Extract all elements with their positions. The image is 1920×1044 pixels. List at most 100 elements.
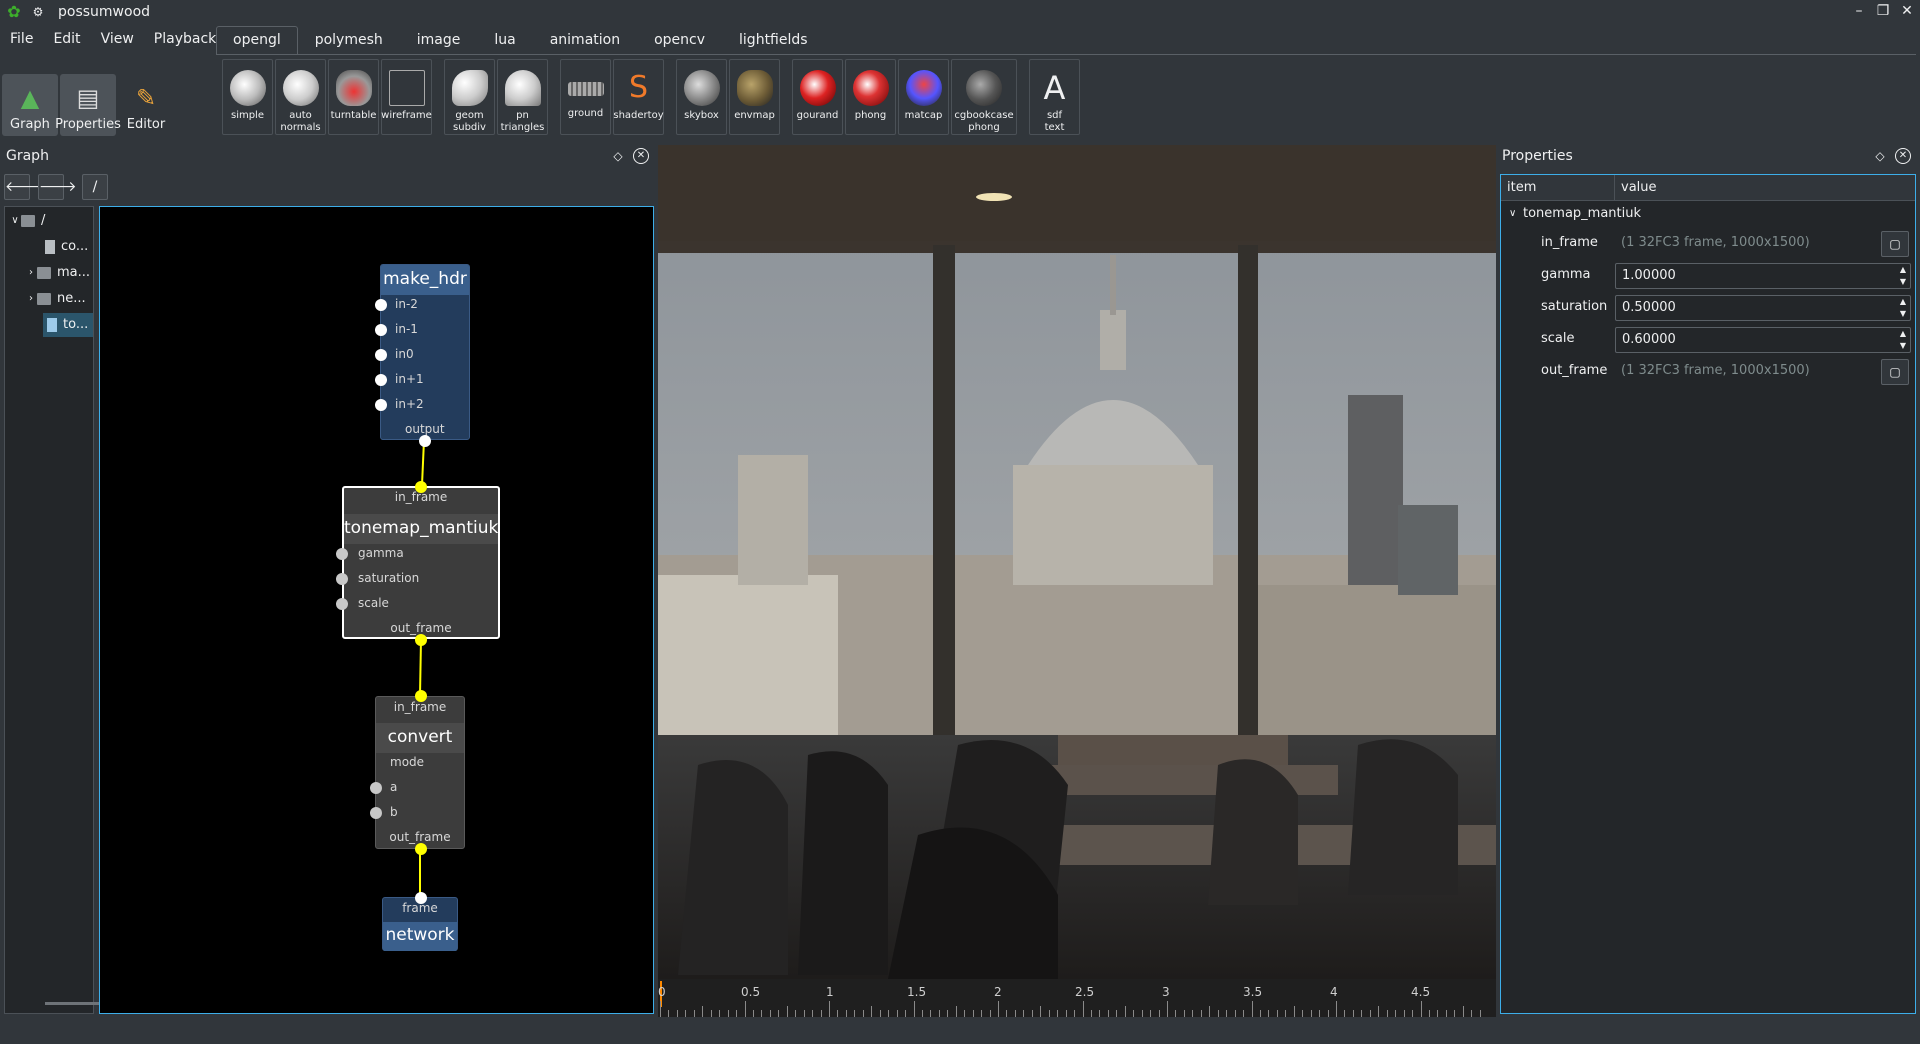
timeline-tick (1167, 1001, 1168, 1017)
property-row-scale[interactable]: scale 0.60000 ▲ ▼ (1501, 323, 1915, 355)
timeline-tick (1327, 1010, 1329, 1017)
chevron-down-icon[interactable]: ∨ (9, 209, 21, 233)
tab-image[interactable]: image (400, 26, 478, 54)
graph-canvas[interactable]: make_hdr in-2 in-1 in0 in+1 in+2 output … (99, 206, 654, 1014)
properties-mode-button[interactable]: ▤ Properties (55, 74, 121, 136)
node-row[interactable]: ∨ tonemap_mantiuk (1501, 201, 1915, 227)
gamma-spinbox[interactable]: 1.00000 ▲ ▼ (1615, 263, 1911, 289)
render-viewport[interactable] (658, 145, 1496, 979)
chevron-right-icon[interactable]: › (25, 287, 37, 311)
node-network[interactable]: frame network (382, 892, 458, 951)
envmap-button[interactable]: envmap (729, 59, 780, 135)
close-panel-icon[interactable]: ✕ (633, 148, 649, 164)
possum-app-icon: ✿ (7, 2, 21, 21)
port-dot[interactable] (370, 807, 382, 819)
menu-playback[interactable]: Playback (144, 28, 226, 50)
column-item[interactable]: item (1507, 175, 1536, 201)
spin-arrows-icon[interactable]: ▲ ▼ (1900, 296, 1906, 320)
port-dot[interactable] (336, 548, 348, 560)
phong-button[interactable]: phong (845, 59, 896, 135)
cgbookcase-phong-button[interactable]: cgbookcase phong (951, 59, 1017, 135)
editor-mode-button[interactable]: ✎ Editor (118, 74, 174, 136)
timeline-tick (896, 1010, 898, 1017)
port-dot[interactable] (375, 374, 387, 386)
inspect-frame-button[interactable]: ▢ (1881, 231, 1909, 257)
skybox-button[interactable]: skybox (676, 59, 727, 135)
column-value[interactable]: value (1621, 175, 1657, 201)
node-convert[interactable]: in_frame convert mode a b out_frame (370, 690, 465, 855)
float-panel-icon[interactable]: ◇ (1872, 148, 1888, 164)
auto-normals-button[interactable]: auto normals (275, 59, 326, 135)
timeline-tick (1209, 1006, 1211, 1017)
menu-file[interactable]: File (0, 28, 43, 50)
float-panel-icon[interactable]: ◇ (610, 148, 626, 164)
timeline-tick (1437, 1010, 1439, 1017)
timeline-tick (1259, 1010, 1261, 1017)
ground-button[interactable]: ground (560, 59, 611, 135)
folder-icon (21, 215, 35, 227)
path-button[interactable]: / (82, 174, 108, 200)
port-dot[interactable] (370, 782, 382, 794)
pn-triangles-button[interactable]: pn triangles (497, 59, 548, 135)
timeline-tick (1006, 1010, 1008, 1017)
node-tonemap-mantiuk[interactable]: in_frame tonemap_mantiuk gamma saturatio… (336, 481, 500, 646)
close-panel-icon[interactable]: ✕ (1895, 148, 1911, 164)
property-row-gamma[interactable]: gamma 1.00000 ▲ ▼ (1501, 259, 1915, 291)
saturation-spinbox[interactable]: 0.50000 ▲ ▼ (1615, 295, 1911, 321)
port-dot[interactable] (336, 573, 348, 585)
port-dot[interactable] (375, 324, 387, 336)
tree-item-ma[interactable]: › ma... (25, 261, 90, 285)
timeline-tick (1234, 1010, 1236, 1017)
menu-edit[interactable]: Edit (43, 28, 90, 50)
port-dot[interactable] (375, 399, 387, 411)
port-dot[interactable] (419, 435, 431, 447)
back-button[interactable]: 🡐 (4, 174, 43, 200)
tree-item-root[interactable]: ∨ / (9, 209, 45, 233)
property-row-out-frame[interactable]: out_frame (1 32FC3 frame, 1000x1500) ▢ (1501, 355, 1915, 387)
graph-mode-button[interactable]: ▲ Graph (2, 74, 58, 136)
close-window-icon[interactable]: ✕ (1898, 2, 1916, 20)
forward-button[interactable]: 🡒 (38, 174, 77, 200)
tab-lua[interactable]: lua (477, 26, 532, 54)
tab-opencv[interactable]: opencv (637, 26, 722, 54)
chevron-down-icon[interactable]: ∨ (1509, 201, 1516, 227)
simple-button[interactable]: simple (222, 59, 273, 135)
turntable-button[interactable]: turntable (328, 59, 379, 135)
tab-opengl[interactable]: opengl (216, 26, 298, 54)
matcap-button[interactable]: matcap (898, 59, 949, 135)
port-dot[interactable] (375, 349, 387, 361)
timeline-tick (1403, 1010, 1405, 1017)
node-make-hdr[interactable]: make_hdr in-2 in-1 in0 in+1 in+2 output (375, 264, 470, 447)
property-row-in-frame[interactable]: in_frame (1 32FC3 frame, 1000x1500) ▢ (1501, 227, 1915, 259)
property-row-saturation[interactable]: saturation 0.50000 ▲ ▼ (1501, 291, 1915, 323)
tree-item-ne[interactable]: › ne... (25, 287, 86, 311)
tree-item-to[interactable]: to... (43, 313, 93, 337)
menu-view[interactable]: View (91, 28, 144, 50)
shadertoy-button[interactable]: Sshadertoy (613, 59, 664, 135)
minimize-icon[interactable]: – (1850, 2, 1868, 20)
timeline-tick (1471, 1010, 1473, 1017)
tab-polymesh[interactable]: polymesh (298, 26, 400, 54)
timeline-tick (1150, 1010, 1152, 1017)
spin-arrows-icon[interactable]: ▲ ▼ (1900, 264, 1906, 288)
inspect-frame-button[interactable]: ▢ (1881, 359, 1909, 385)
pin-icon[interactable]: ⚙ (30, 4, 46, 20)
timeline[interactable]: 0 0.5 1 1.5 2 2.5 3 3.5 4 4.5 (658, 979, 1496, 1017)
maximize-icon[interactable]: ❐ (1874, 2, 1892, 20)
geom-subdiv-button[interactable]: geom subdiv (444, 59, 495, 135)
spin-arrows-icon[interactable]: ▲ ▼ (1900, 328, 1906, 352)
gourand-button[interactable]: gourand (792, 59, 843, 135)
port-dot[interactable] (336, 598, 348, 610)
chevron-right-icon[interactable]: › (25, 261, 37, 285)
tab-lightfields[interactable]: lightfields (722, 26, 825, 54)
sdf-text-button[interactable]: Asdf text (1029, 59, 1080, 135)
scale-spinbox[interactable]: 0.60000 ▲ ▼ (1615, 327, 1911, 353)
timeline-tick (1285, 1010, 1287, 1017)
tab-animation[interactable]: animation (533, 26, 637, 54)
wireframe-button[interactable]: wireframe (381, 59, 432, 135)
port-dot[interactable] (415, 843, 427, 855)
tree-item-co[interactable]: co... (45, 235, 88, 259)
port-dot[interactable] (375, 299, 387, 311)
timeline-tick (829, 1001, 830, 1017)
port-dot[interactable] (415, 634, 427, 646)
